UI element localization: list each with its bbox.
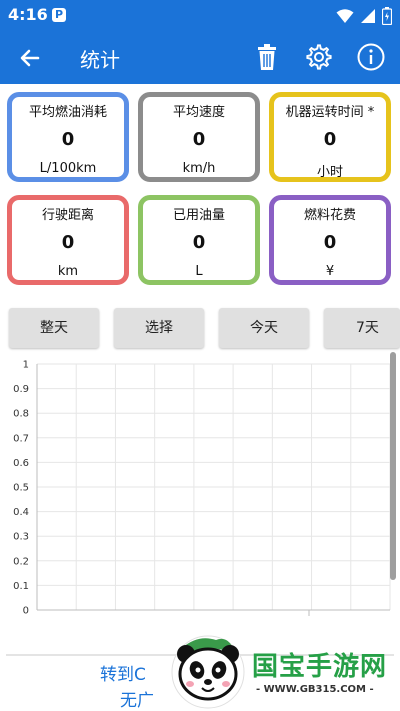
stat-card-fuel-used: 已用油量 0 L xyxy=(138,195,260,285)
stat-label: 燃料花费 xyxy=(303,208,356,223)
stat-unit: km/h xyxy=(182,161,216,176)
system-icons xyxy=(336,7,392,25)
stat-unit: 小时 xyxy=(316,165,343,180)
page-title: 统计 xyxy=(80,48,120,72)
stat-card-distance: 行驶距离 0 km xyxy=(7,195,129,285)
stat-label: 平均燃油消耗 xyxy=(28,105,107,120)
stat-value: 0 xyxy=(192,129,206,150)
info-icon[interactable] xyxy=(356,42,386,72)
stat-value: 0 xyxy=(323,232,337,253)
period-button-all-day[interactable]: 整天 xyxy=(9,308,99,348)
chart-y-tick-label: 0 xyxy=(23,606,29,617)
trash-icon[interactable] xyxy=(252,42,282,72)
chart-grid xyxy=(37,363,391,611)
chart-y-tick-label: 0.6 xyxy=(13,458,29,469)
chart-y-tick-label: 0.2 xyxy=(13,556,29,567)
footer-link-line2[interactable]: 无广 xyxy=(120,686,154,711)
back-arrow-icon[interactable] xyxy=(16,44,44,72)
notification-p-icon: P xyxy=(52,8,66,22)
stat-card-avg-speed: 平均速度 0 km/h xyxy=(138,92,260,182)
stat-label: 行驶距离 xyxy=(41,208,94,223)
stat-label: 机器运转时间 * xyxy=(285,105,375,120)
app-bar-actions xyxy=(252,42,386,72)
status-time: 4:16 xyxy=(8,5,48,24)
stat-value: 0 xyxy=(192,232,206,253)
chart-y-tick-labels: 1 0.9 0.8 0.7 0.6 0.5 0.4 0.3 0.2 0.1 0 xyxy=(13,360,29,617)
stat-unit: km xyxy=(57,264,79,279)
stat-card-avg-fuel-consumption: 平均燃油消耗 0 L/100km xyxy=(7,92,129,182)
stat-unit: L xyxy=(195,264,203,279)
stat-card-machine-run-time: 机器运转时间 * 0 小时 xyxy=(269,92,391,182)
chart-y-tick-label: 0.1 xyxy=(13,581,29,592)
period-button-today[interactable]: 今天 xyxy=(219,308,309,348)
chart-y-tick-label: 0.5 xyxy=(13,483,29,494)
chart-y-tick-label: 0.4 xyxy=(13,507,29,518)
stat-unit: ¥ xyxy=(325,264,335,279)
stat-value: 0 xyxy=(61,232,75,253)
statistics-chart: 1 0.9 0.8 0.7 0.6 0.5 0.4 0.3 0.2 0.1 0 xyxy=(13,352,396,617)
panda-logo-icon xyxy=(171,635,245,709)
wifi-icon xyxy=(336,9,354,23)
period-button-select[interactable]: 选择 xyxy=(114,308,204,348)
chart-y-tick-label: 0.9 xyxy=(13,384,29,395)
stat-card-fuel-cost: 燃料花费 0 ¥ xyxy=(269,195,391,285)
chart-y-tick-label: 0.3 xyxy=(13,532,29,543)
watermark-brand: 国宝手游网 xyxy=(252,652,388,682)
stat-value: 0 xyxy=(61,129,75,150)
gear-icon[interactable] xyxy=(304,42,334,72)
app-bar: 统计 xyxy=(0,32,400,84)
status-bar: 4:16 P xyxy=(0,0,400,32)
watermark-url: - WWW.GB315.COM - xyxy=(256,684,374,695)
chart-y-tick-label: 0.7 xyxy=(13,433,29,444)
stat-label: 已用油量 xyxy=(172,208,225,223)
signal-icon xyxy=(361,9,375,23)
stat-unit: L/100km xyxy=(39,161,97,176)
chart-scrollbar[interactable] xyxy=(390,352,396,580)
period-button-7-days[interactable]: 7天 xyxy=(324,308,400,348)
battery-icon xyxy=(382,7,392,25)
chart-y-tick-label: 1 xyxy=(23,360,29,371)
watermark: 国宝手游网 - WWW.GB315.COM - xyxy=(168,626,400,711)
chart-y-tick-label: 0.8 xyxy=(13,409,29,420)
stat-label: 平均速度 xyxy=(172,105,225,120)
footer-link-line1[interactable]: 转到C xyxy=(100,660,146,685)
stat-value: 0 xyxy=(323,129,337,150)
